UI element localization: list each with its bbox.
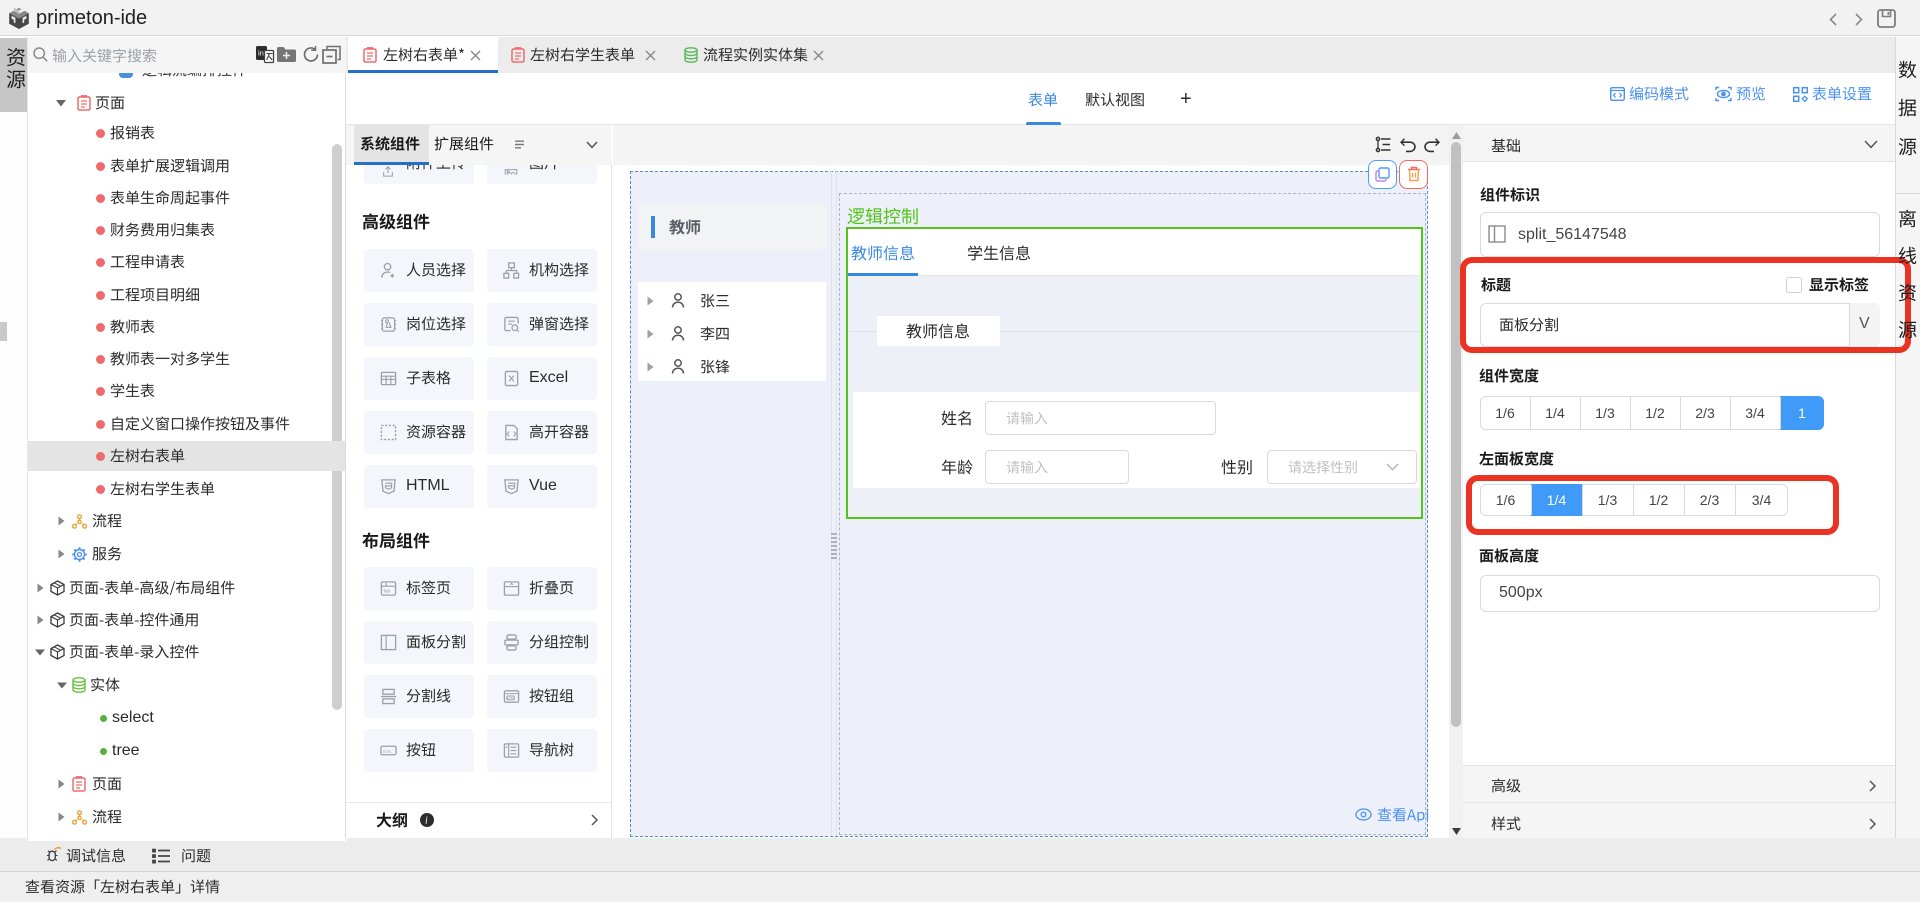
svg-text:i: i	[425, 816, 428, 827]
svg-text:BTN: BTN	[383, 749, 391, 754]
svg-text:in: in	[258, 49, 264, 58]
svg-text:BTN: BTN	[507, 696, 514, 700]
svg-text:Tab: Tab	[383, 588, 391, 594]
